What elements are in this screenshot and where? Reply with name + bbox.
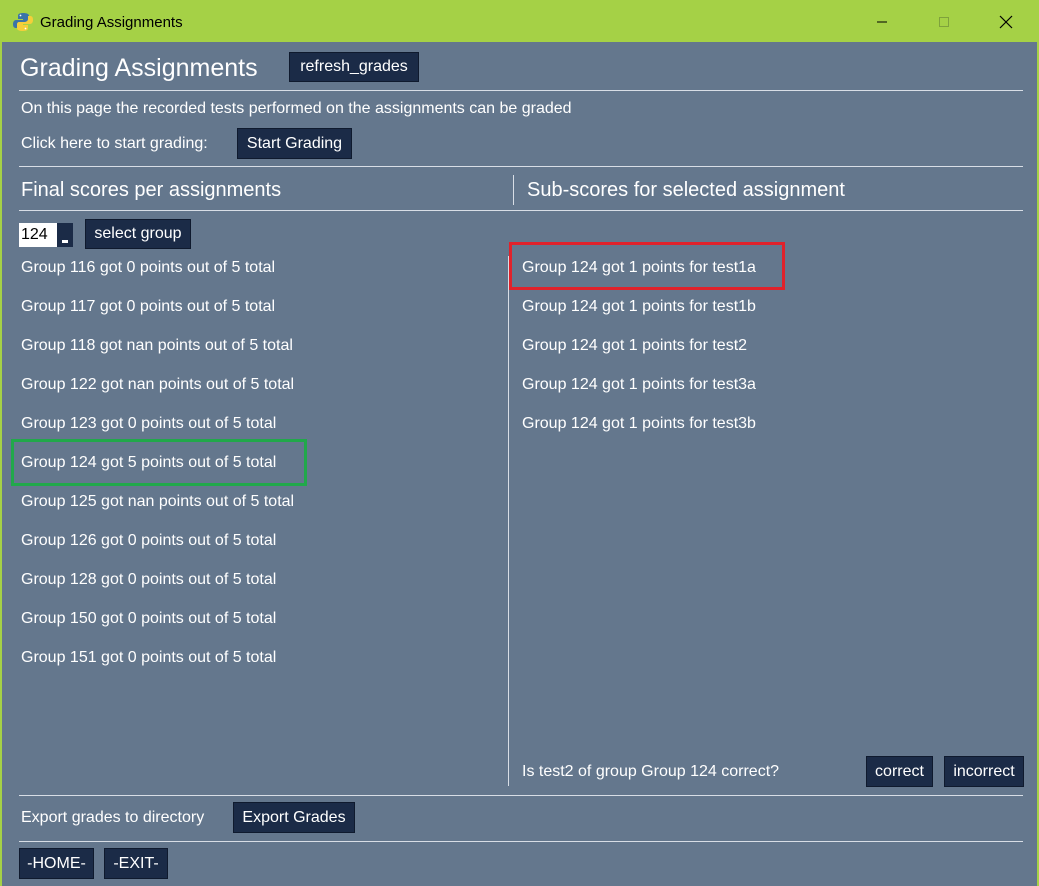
sub-scores-heading: Sub-scores for selected assignment xyxy=(527,179,845,201)
dropdown-arrow-icon[interactable] xyxy=(57,223,73,247)
column-divider xyxy=(508,256,509,786)
final-score-item[interactable]: Group 122 got nan points out of 5 total xyxy=(21,375,294,395)
select-group-button[interactable]: select group xyxy=(85,219,191,249)
minimize-button[interactable] xyxy=(851,2,913,42)
refresh-grades-button[interactable]: refresh_grades xyxy=(289,52,419,82)
divider xyxy=(19,90,1023,91)
final-score-item[interactable]: Group 150 got 0 points out of 5 total xyxy=(21,609,276,629)
maximize-icon xyxy=(939,17,949,27)
start-grading-button[interactable]: Start Grading xyxy=(237,128,352,159)
python-logo-icon xyxy=(12,11,34,33)
column-divider xyxy=(513,175,514,205)
home-button[interactable]: -HOME- xyxy=(19,848,94,879)
final-scores-heading: Final scores per assignments xyxy=(21,179,282,201)
final-score-item[interactable]: Group 123 got 0 points out of 5 total xyxy=(21,414,276,434)
incorrect-button[interactable]: incorrect xyxy=(944,756,1024,787)
export-prompt: Export grades to directory xyxy=(21,809,205,826)
group-select[interactable]: 124 xyxy=(19,222,75,248)
sub-score-item[interactable]: Group 124 got 1 points for test3a xyxy=(522,375,756,395)
correct-button[interactable]: correct xyxy=(866,756,933,787)
divider xyxy=(19,795,1023,796)
divider xyxy=(19,841,1023,842)
sub-score-item[interactable]: Group 124 got 1 points for test2 xyxy=(522,336,747,356)
final-score-item[interactable]: Group 125 got nan points out of 5 total xyxy=(21,492,294,512)
divider xyxy=(19,166,1023,167)
page-title: Grading Assignments xyxy=(20,54,258,82)
final-score-item[interactable]: Group 128 got 0 points out of 5 total xyxy=(21,570,276,590)
final-score-item[interactable]: Group 126 got 0 points out of 5 total xyxy=(21,531,276,551)
title-bar[interactable]: Grading Assignments xyxy=(2,2,1037,42)
sub-score-item[interactable]: Group 124 got 1 points for test3b xyxy=(522,414,756,434)
start-grading-prompt: Click here to start grading: xyxy=(21,135,208,152)
page-description: On this page the recorded tests performe… xyxy=(21,100,572,117)
main-content: Grading Assignments refresh_grades On th… xyxy=(2,42,1037,886)
final-score-item[interactable]: Group 116 got 0 points out of 5 total xyxy=(21,258,275,278)
sub-score-item[interactable]: Group 124 got 1 points for test1b xyxy=(522,297,756,317)
close-button[interactable] xyxy=(975,2,1037,42)
selected-test-highlight xyxy=(509,242,785,290)
export-grades-button[interactable]: Export Grades xyxy=(233,802,355,833)
maximize-button[interactable] xyxy=(913,2,975,42)
exit-button[interactable]: -EXIT- xyxy=(104,848,168,879)
app-window: Grading Assignments Grading Assignments … xyxy=(0,0,1039,886)
divider xyxy=(19,210,1023,211)
close-icon xyxy=(999,15,1013,29)
minimize-icon xyxy=(877,21,887,23)
final-score-item[interactable]: Group 117 got 0 points out of 5 total xyxy=(21,297,275,317)
test-correctness-question: Is test2 of group Group 124 correct? xyxy=(522,763,780,780)
final-score-item[interactable]: Group 151 got 0 points out of 5 total xyxy=(21,648,276,668)
window-title: Grading Assignments xyxy=(40,13,183,31)
group-select-value[interactable]: 124 xyxy=(19,223,57,247)
final-score-item[interactable]: Group 118 got nan points out of 5 total xyxy=(21,336,293,356)
selected-group-highlight xyxy=(11,439,307,486)
